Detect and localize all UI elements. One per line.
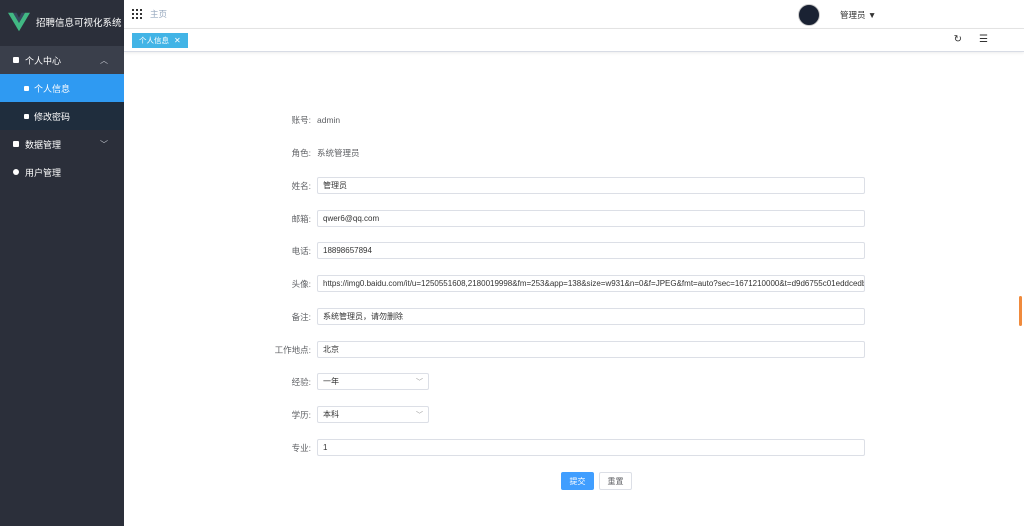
- sidebar-menu: 个人中心 ︿ 个人信息 修改密码 数据管理 ﹀ 用户管理: [0, 46, 124, 186]
- apps-grid-icon[interactable]: [132, 9, 142, 19]
- major-label: 专业:: [291, 442, 311, 453]
- role-value: 系统管理员: [317, 148, 360, 158]
- refresh-icon[interactable]: ↻: [954, 34, 962, 45]
- account-value: admin: [317, 115, 341, 125]
- lock-icon: [24, 85, 29, 91]
- form-row-avatar: 头像: https://img0.baidu.com/it/u=12505516…: [124, 275, 865, 292]
- sidebar: 招聘信息可视化系统 个人中心 ︿ 个人信息 修改密码 数据管理 ﹀ 用户管理: [0, 0, 124, 526]
- major-field[interactable]: 1: [317, 439, 865, 456]
- sidebar-item-personal-center[interactable]: 个人中心 ︿: [0, 46, 124, 74]
- sidebar-item-label: 用户管理: [25, 167, 62, 178]
- scroll-indicator[interactable]: [1019, 296, 1022, 326]
- experience-label: 经验:: [291, 376, 311, 387]
- form-row-major: 专业: 1: [124, 439, 865, 456]
- location-label: 工作地点:: [274, 344, 311, 355]
- sidebar-item-label: 个人信息: [34, 83, 71, 94]
- form-row-experience: 经验: 一年 ﹀: [124, 373, 429, 390]
- sidebar-item-change-password[interactable]: 修改密码: [0, 102, 124, 130]
- phone-label: 电话:: [291, 245, 311, 256]
- personal-info-form: 账号: admin 角色: 系统管理员 姓名: 管理员 邮箱: qwer6@qq…: [124, 51, 1024, 526]
- experience-value: 一年: [323, 377, 339, 386]
- tags-view-bar: 个人信息 ✕ ↻ ☰: [124, 29, 1024, 52]
- form-row-email: 邮箱: qwer6@qq.com: [124, 210, 865, 227]
- experience-select[interactable]: 一年 ﹀: [317, 373, 429, 390]
- form-row-account: 账号: admin: [124, 114, 341, 126]
- tag-personal-info[interactable]: 个人信息 ✕: [132, 33, 188, 48]
- submit-button[interactable]: 提交: [561, 472, 594, 490]
- lock-icon: [24, 113, 29, 119]
- chevron-down-icon: ﹀: [100, 139, 108, 149]
- form-row-education: 学历: 本科 ﹀: [124, 406, 429, 423]
- app-title: 招聘信息可视化系统: [36, 18, 122, 29]
- name-field[interactable]: 管理员: [317, 177, 865, 194]
- user-icon: [13, 169, 19, 175]
- education-select[interactable]: 本科 ﹀: [317, 406, 429, 423]
- personal-center-icon: [13, 57, 19, 63]
- form-row-location: 工作地点: 北京: [124, 341, 865, 358]
- caret-down-icon: ▼: [867, 10, 877, 20]
- account-label: 账号:: [291, 115, 311, 125]
- name-label: 姓名:: [291, 180, 311, 191]
- logo: 招聘信息可视化系统: [0, 0, 124, 44]
- location-field[interactable]: 北京: [317, 341, 865, 358]
- remark-field[interactable]: 系统管理员，请勿删除: [317, 308, 865, 325]
- avatar-label: 头像:: [291, 278, 311, 289]
- sidebar-item-personal-info[interactable]: 个人信息: [0, 74, 124, 102]
- form-row-name: 姓名: 管理员: [124, 177, 865, 194]
- sidebar-item-data-management[interactable]: 数据管理 ﹀: [0, 130, 124, 158]
- form-row-phone: 电话: 18898657894: [124, 242, 865, 259]
- settings-sliders-icon[interactable]: ☰: [979, 34, 988, 45]
- user-menu-label: 管理员: [840, 10, 866, 20]
- tag-label: 个人信息: [139, 36, 169, 45]
- avatar-url-field[interactable]: https://img0.baidu.com/it/u=1250551608,2…: [317, 275, 865, 292]
- remark-label: 备注:: [291, 311, 311, 322]
- chevron-down-icon: ﹀: [416, 378, 423, 386]
- form-row-remark: 备注: 系统管理员，请勿删除: [124, 308, 865, 325]
- user-menu-dropdown[interactable]: 管理员 ▼: [840, 9, 876, 21]
- vue-logo-icon: [8, 12, 30, 32]
- chevron-down-icon: ﹀: [416, 411, 423, 419]
- role-label: 角色:: [291, 148, 311, 158]
- education-label: 学历:: [291, 409, 311, 420]
- close-icon[interactable]: ✕: [174, 36, 181, 45]
- avatar[interactable]: [798, 4, 820, 26]
- form-row-role: 角色: 系统管理员: [124, 147, 360, 159]
- sidebar-item-label: 个人中心: [25, 55, 62, 66]
- sidebar-item-label: 修改密码: [34, 111, 71, 122]
- education-value: 本科: [323, 410, 339, 419]
- reset-button[interactable]: 重置: [599, 472, 632, 490]
- email-field[interactable]: qwer6@qq.com: [317, 210, 865, 227]
- email-label: 邮箱:: [291, 213, 311, 224]
- chevron-up-icon: ︿: [100, 55, 108, 65]
- sidebar-item-user-management[interactable]: 用户管理: [0, 158, 124, 186]
- data-management-icon: [13, 141, 19, 147]
- sidebar-item-label: 数据管理: [25, 139, 62, 150]
- phone-field[interactable]: 18898657894: [317, 242, 865, 259]
- breadcrumb[interactable]: 主页: [150, 8, 167, 20]
- topbar: 主页: [124, 0, 1024, 29]
